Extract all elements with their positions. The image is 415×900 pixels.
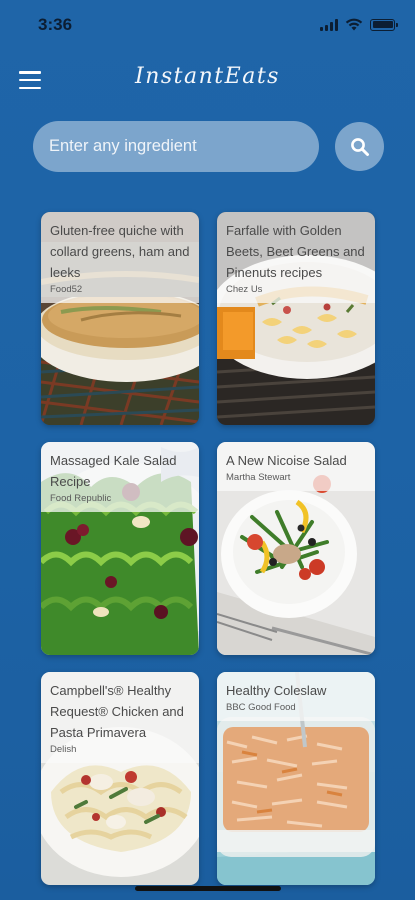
search-input[interactable] — [33, 121, 319, 172]
battery-icon — [370, 18, 398, 31]
recipe-source: Chez Us — [226, 284, 263, 295]
wifi-icon — [345, 18, 363, 31]
recipe-title: Campbell's® Healthy Request® Chicken and… — [50, 683, 184, 740]
recipe-card[interactable]: Gluten-free quiche with collard greens, … — [41, 212, 199, 425]
recipe-source: Food52 — [50, 284, 83, 295]
recipe-title: Massaged Kale Salad Recipe — [50, 453, 177, 489]
cellular-signal-icon — [320, 18, 338, 31]
status-bar: 3:36 — [0, 0, 415, 50]
recipe-source: Delish — [50, 744, 77, 755]
recipe-card[interactable]: Campbell's® Healthy Request® Chicken and… — [41, 672, 199, 885]
app-header: InstantEats — [0, 60, 415, 100]
recipe-title: Gluten-free quiche with collard greens, … — [50, 223, 190, 280]
recipe-card[interactable]: Farfalle with Golden Beets, Beet Greens … — [217, 212, 375, 425]
app-title: InstantEats — [135, 64, 280, 89]
recipe-card[interactable]: Healthy Coleslaw BBC Good Food — [217, 672, 375, 885]
recipe-source: BBC Good Food — [226, 702, 296, 713]
card-overlay: Farfalle with Golden Beets, Beet Greens … — [217, 212, 375, 303]
recipe-source: Food Republic — [50, 493, 112, 504]
card-overlay: Campbell's® Healthy Request® Chicken and… — [41, 672, 199, 763]
search-icon — [350, 137, 369, 156]
recipe-title: Farfalle with Golden Beets, Beet Greens … — [226, 223, 365, 280]
recipe-title: Healthy Coleslaw — [226, 683, 327, 698]
recipe-card[interactable]: Massaged Kale Salad Recipe Food Republic — [41, 442, 199, 655]
status-time: 3:36 — [38, 15, 73, 34]
card-overlay: A New Nicoise Salad Martha Stewart — [217, 442, 375, 491]
home-indicator — [135, 886, 281, 891]
search-row — [33, 121, 384, 173]
recipe-title: A New Nicoise Salad — [226, 453, 347, 468]
search-button[interactable] — [335, 122, 384, 171]
card-overlay: Healthy Coleslaw BBC Good Food — [217, 672, 375, 721]
recipe-source: Martha Stewart — [226, 472, 291, 483]
status-icons — [320, 18, 398, 31]
card-overlay: Gluten-free quiche with collard greens, … — [41, 212, 199, 303]
card-overlay: Massaged Kale Salad Recipe Food Republic — [41, 442, 199, 512]
recipe-card[interactable]: A New Nicoise Salad Martha Stewart — [217, 442, 375, 655]
